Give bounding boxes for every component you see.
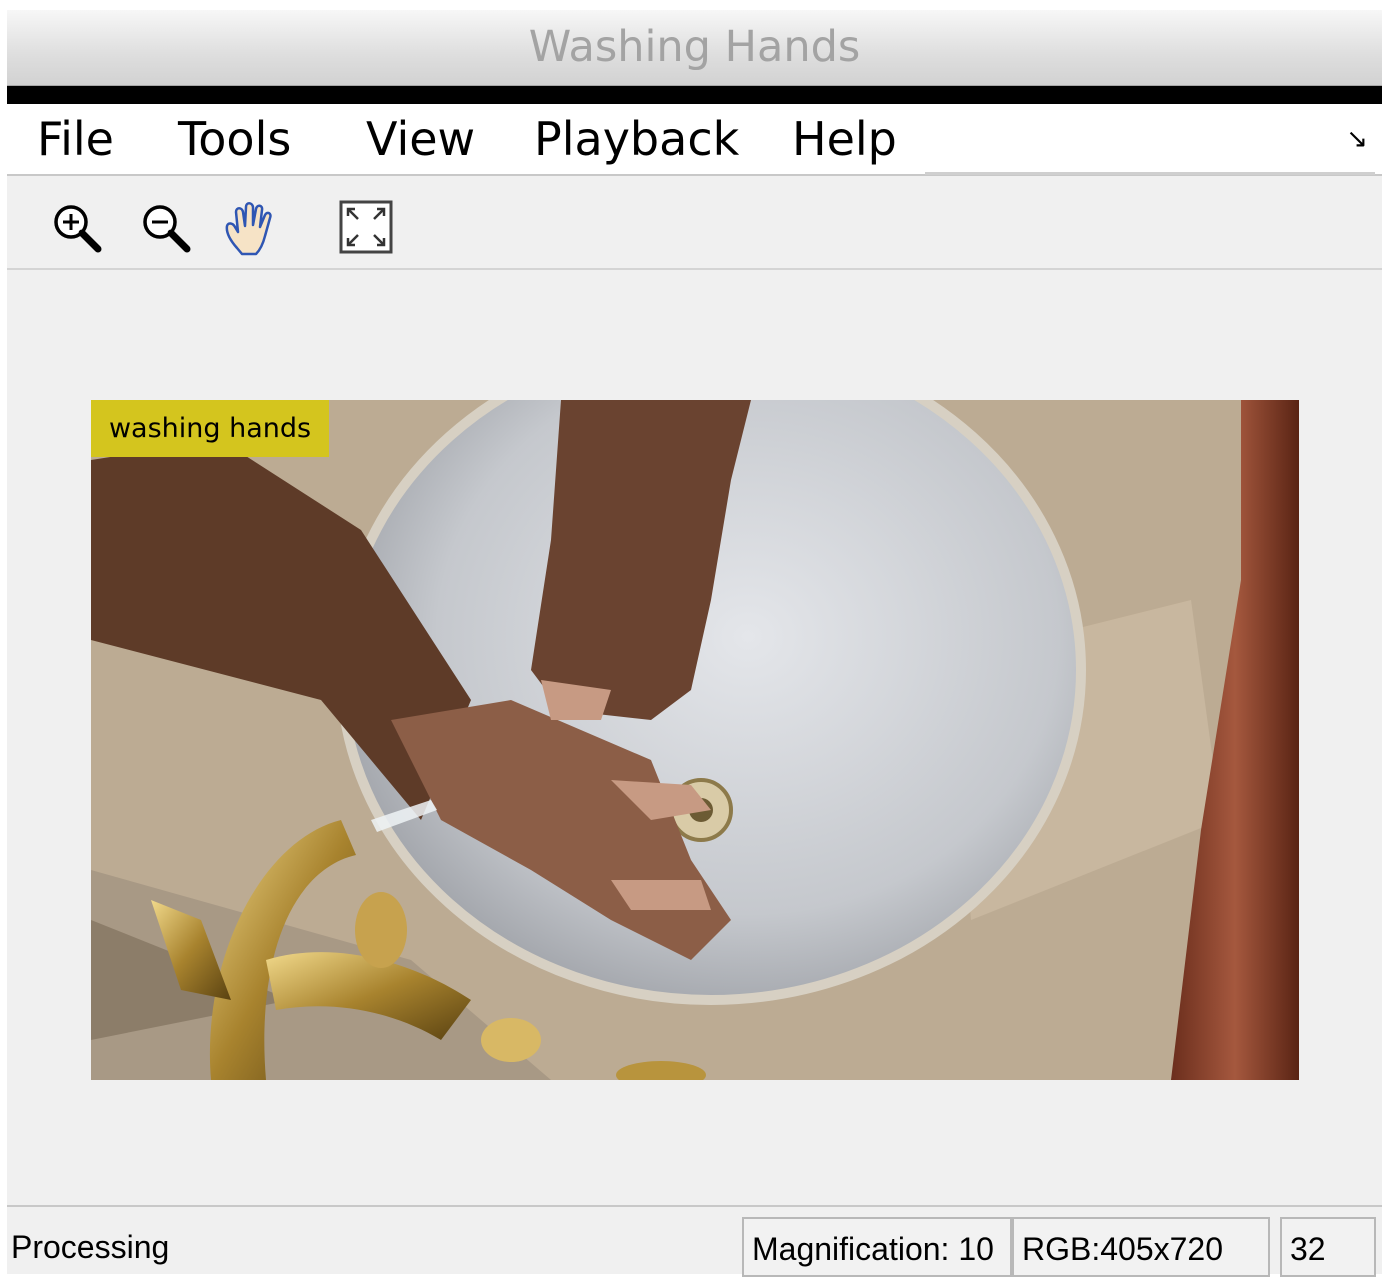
fit-to-window-button[interactable] (336, 196, 398, 258)
menu-view[interactable]: View (366, 112, 475, 166)
washing-hands-frame-image (91, 400, 1299, 1080)
title-bar[interactable]: Washing Hands (7, 10, 1382, 86)
zoom-out-button[interactable] (134, 196, 196, 258)
image-info-readout: RGB:405x720 (1012, 1217, 1270, 1277)
menu-tools[interactable]: Tools (178, 112, 291, 166)
menu-file[interactable]: File (37, 112, 114, 166)
title-separator (7, 86, 1382, 104)
app-window: Washing Hands File Tools View Playback H… (7, 10, 1382, 1277)
menu-playback[interactable]: Playback (534, 112, 739, 166)
menu-divider (925, 172, 1375, 175)
menu-help[interactable]: Help (792, 112, 897, 166)
pan-button[interactable] (220, 196, 282, 258)
magnification-readout[interactable]: Magnification: 10 (742, 1217, 1012, 1277)
status-bar: Processing Magnification: 10 RGB:405x720… (7, 1205, 1382, 1277)
window-title: Washing Hands (528, 22, 861, 72)
fit-to-window-icon (339, 200, 393, 254)
toolbar (7, 176, 1382, 270)
image-viewport[interactable]: washing hands (7, 270, 1382, 1205)
annotation-label: washing hands (91, 400, 329, 457)
pan-hand-icon (225, 202, 272, 256)
frame-number-readout: 32 (1280, 1217, 1376, 1277)
menu-bar: File Tools View Playback Help ↘ (7, 104, 1382, 176)
status-text: Processing (11, 1229, 170, 1265)
zoom-in-icon (54, 205, 102, 253)
zoom-out-icon (143, 205, 191, 253)
video-frame[interactable] (91, 400, 1299, 1080)
zoom-in-button[interactable] (45, 196, 107, 258)
undock-arrow-icon[interactable]: ↘ (1346, 124, 1368, 154)
